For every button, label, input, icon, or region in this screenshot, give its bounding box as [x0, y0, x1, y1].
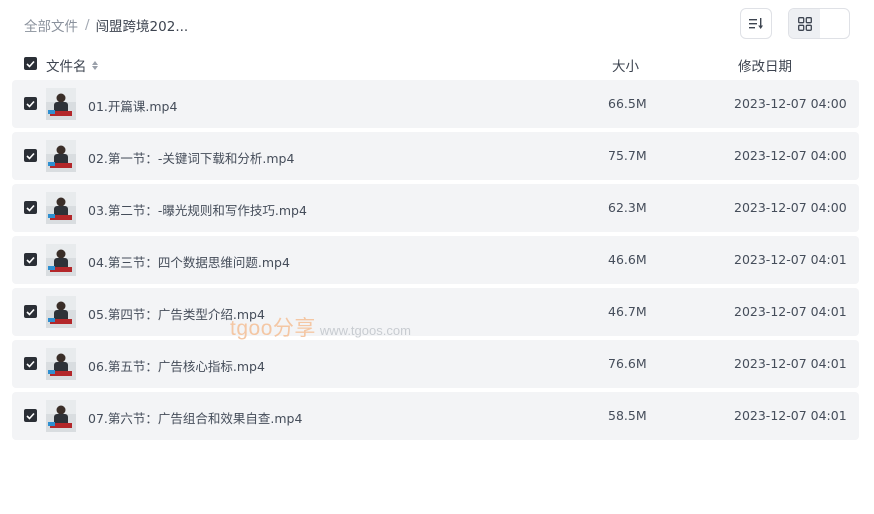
video-thumbnail[interactable] — [46, 140, 76, 172]
file-modified-date: 2023-12-07 04:00 — [734, 200, 847, 215]
breadcrumb-separator: / — [85, 17, 90, 33]
file-name[interactable]: 02.第一节：-关键词下载和分析.mp4 — [88, 148, 294, 167]
breadcrumb: 全部文件 / 闯盟跨境202... — [24, 15, 188, 35]
file-row[interactable]: 06.第五节：广告核心指标.mp4 76.6M 2023-12-07 04:01 — [12, 340, 859, 388]
video-thumbnail[interactable] — [46, 88, 76, 120]
video-thumbnail[interactable] — [46, 400, 76, 432]
file-size: 66.5M — [608, 96, 647, 111]
grid-view-icon — [797, 16, 812, 31]
video-thumbnail[interactable] — [46, 296, 76, 328]
checkmark-icon — [26, 100, 35, 108]
file-checkbox[interactable] — [24, 149, 37, 162]
file-row[interactable]: 02.第一节：-关键词下载和分析.mp4 75.7M 2023-12-07 04:0… — [12, 132, 859, 180]
file-size: 62.3M — [608, 200, 647, 215]
checkmark-icon — [26, 152, 35, 160]
column-header-name-label: 文件名 — [46, 59, 87, 75]
file-checkbox[interactable] — [24, 253, 37, 266]
file-checkbox[interactable] — [24, 201, 37, 214]
file-row[interactable]: 03.第二节：-曝光规则和写作技巧.mp4 62.3M 2023-12-07 04:… — [12, 184, 859, 232]
file-modified-date: 2023-12-07 04:01 — [734, 356, 847, 371]
file-modified-date: 2023-12-07 04:00 — [734, 96, 847, 111]
file-size: 58.5M — [608, 408, 647, 423]
file-name[interactable]: 05.第四节：广告类型介绍.mp4 — [88, 304, 265, 323]
column-header-name[interactable]: 文件名 — [46, 55, 98, 75]
video-thumbnail[interactable] — [46, 192, 76, 224]
file-name[interactable]: 07.第六节：广告组合和效果自查.mp4 — [88, 408, 302, 427]
grid-view-button[interactable] — [789, 9, 820, 38]
file-name[interactable]: 01.开篇课.mp4 — [88, 96, 177, 115]
file-size: 75.7M — [608, 148, 647, 163]
file-modified-date: 2023-12-07 04:01 — [734, 252, 847, 267]
file-checkbox[interactable] — [24, 305, 37, 318]
checkmark-icon — [26, 60, 35, 68]
file-modified-date: 2023-12-07 04:00 — [734, 148, 847, 163]
checkmark-icon — [26, 256, 35, 264]
file-name[interactable]: 04.第三节：四个数据思维问题.mp4 — [88, 252, 290, 271]
sort-button[interactable] — [740, 8, 772, 39]
file-size: 46.7M — [608, 304, 647, 319]
file-size: 76.6M — [608, 356, 647, 371]
file-name[interactable]: 03.第二节：-曝光规则和写作技巧.mp4 — [88, 200, 307, 219]
top-bar: 全部文件 / 闯盟跨境202... — [0, 0, 874, 48]
breadcrumb-root-link[interactable]: 全部文件 — [24, 15, 78, 35]
file-row[interactable]: 07.第六节：广告组合和效果自查.mp4 58.5M 2023-12-07 04:0… — [12, 392, 859, 440]
checkmark-icon — [26, 308, 35, 316]
checkmark-icon — [26, 360, 35, 368]
sort-arrows-icon — [91, 60, 98, 70]
file-checkbox[interactable] — [24, 409, 37, 422]
view-toggle — [788, 8, 850, 39]
column-header-size[interactable]: 大小 — [612, 55, 639, 75]
select-all-checkbox[interactable] — [24, 57, 37, 70]
file-size: 46.6M — [608, 252, 647, 267]
checkmark-icon — [26, 412, 35, 420]
column-header-date[interactable]: 修改日期 — [738, 55, 792, 75]
video-thumbnail[interactable] — [46, 244, 76, 276]
file-list: 01.开篇课.mp4 66.5M 2023-12-07 04:00 02.第一节：-关… — [12, 80, 859, 444]
file-row[interactable]: 04.第三节：四个数据思维问题.mp4 46.6M 2023-12-07 04:01 — [12, 236, 859, 284]
file-checkbox[interactable] — [24, 97, 37, 110]
file-modified-date: 2023-12-07 04:01 — [734, 304, 847, 319]
video-thumbnail[interactable] — [46, 348, 76, 380]
file-row[interactable]: 05.第四节：广告类型介绍.mp4 46.7M 2023-12-07 04:01 — [12, 288, 859, 336]
checkmark-icon — [26, 204, 35, 212]
file-modified-date: 2023-12-07 04:01 — [734, 408, 847, 423]
file-list-header: 文件名 大小 修改日期 — [0, 50, 874, 78]
file-checkbox[interactable] — [24, 357, 37, 370]
sort-icon — [749, 18, 763, 29]
file-row[interactable]: 01.开篇课.mp4 66.5M 2023-12-07 04:00 — [12, 80, 859, 128]
file-name[interactable]: 06.第五节：广告核心指标.mp4 — [88, 356, 265, 375]
breadcrumb-current-folder: 闯盟跨境202... — [95, 19, 189, 35]
